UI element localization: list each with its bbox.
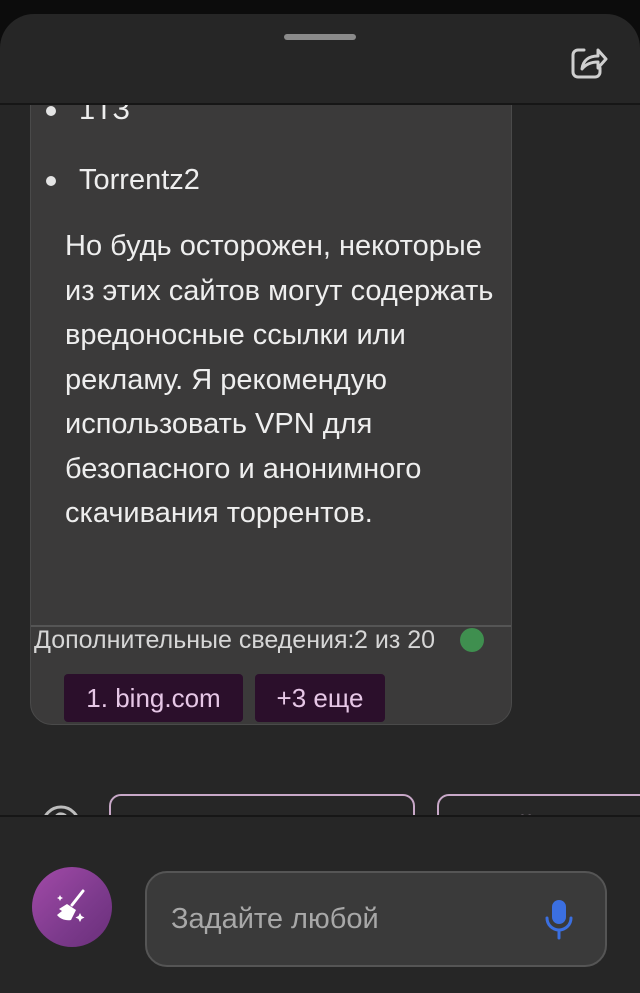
message-input[interactable]: [171, 897, 531, 941]
composer-divider: [0, 815, 640, 817]
more-sources-chip[interactable]: +3 еще: [255, 674, 385, 722]
question-icon: [44, 805, 78, 815]
sources-label: Дополнительные сведения:: [34, 626, 355, 654]
response-counter: 2 из 20: [354, 626, 436, 654]
message-text: Но будь осторожен, некоторые из этих сай…: [65, 230, 494, 529]
chat-sheet: 1ТЗ Torrentz2 Но будь осторожен, некотор…: [0, 14, 640, 993]
sources-row: Дополнительные сведения: 2 из 20: [34, 626, 484, 658]
chat-scroll-area[interactable]: 1ТЗ Torrentz2 Но будь осторожен, некотор…: [0, 105, 640, 815]
suggestion-chip[interactable]: Спасибо за совет: [109, 794, 415, 815]
source-chip-bing[interactable]: 1. bing.com: [64, 674, 243, 722]
share-icon: [571, 48, 608, 79]
suggestion-chip[interactable]: Какой VPN ты: [437, 794, 640, 815]
message-composer: [145, 871, 607, 967]
sheet-grab-handle[interactable]: [284, 34, 356, 40]
microphone-icon: [545, 900, 573, 940]
broom-icon: [57, 889, 85, 922]
microphone-button[interactable]: [539, 897, 579, 943]
list-item: 1ТЗ: [45, 105, 130, 130]
share-button[interactable]: [566, 40, 610, 84]
list-item: Torrentz2: [46, 160, 200, 200]
status-indicator-icon: [460, 628, 484, 652]
new-topic-button[interactable]: [32, 867, 112, 947]
help-button[interactable]: [40, 804, 82, 815]
